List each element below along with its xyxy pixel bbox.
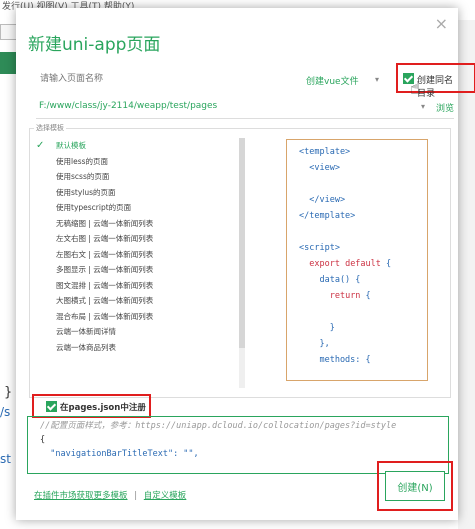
template-label: 图文混排 | 云端一体新闻列表 bbox=[56, 280, 154, 290]
template-label: 左图右文 | 云端一体新闻列表 bbox=[56, 249, 154, 259]
template-preview: <template> <view> </view> </template> <s… bbox=[286, 139, 428, 381]
template-label: 云端一体新闻详情 bbox=[56, 327, 116, 336]
file-type-select[interactable]: 创建vue文件 bbox=[306, 74, 359, 87]
template-label: 使用stylus的页面 bbox=[56, 187, 116, 197]
path-row: F:/www/class/jy-2114/weapp/test/pages ▾ … bbox=[36, 98, 454, 119]
template-item[interactable]: 图文混排 | 云端一体新闻列表 bbox=[36, 278, 236, 294]
template-item[interactable]: 大图横式 | 云端一体新闻列表 bbox=[36, 293, 236, 309]
template-label: 多图显示 | 云端一体新闻列表 bbox=[56, 265, 154, 274]
template-item[interactable]: 左文右图 | 云端一体新闻列表 bbox=[36, 231, 236, 247]
json-comment: //配置页面样式，参考：https://uniapp.dcloud.io/col… bbox=[40, 421, 397, 431]
create-button[interactable]: 创建(N) bbox=[385, 471, 445, 501]
template-item[interactable]: 使用stylus的页面 bbox=[36, 185, 236, 201]
new-page-dialog: × 新建uni-app页面 创建vue文件 ▾ 创建同名目录 ☝ F:/www/… bbox=[16, 8, 475, 520]
template-item[interactable]: ✓ 默认模板 bbox=[36, 138, 236, 154]
template-legend: 选择模板 bbox=[34, 123, 66, 133]
register-label: 在pages.json中注册 bbox=[60, 403, 146, 413]
template-links: 在插件市场获取更多模板 | 自定义模板 bbox=[34, 489, 186, 501]
template-item[interactable]: 使用less的页面 bbox=[36, 154, 236, 170]
scrollbar-thumb[interactable] bbox=[239, 138, 245, 348]
template-label: 大图横式 | 云端一体新闻列表 bbox=[56, 296, 154, 305]
hand-cursor-icon: ☝ bbox=[410, 78, 421, 99]
browse-button[interactable]: 浏览 bbox=[436, 101, 454, 114]
bg-scrollbar bbox=[458, 20, 475, 529]
template-label: 使用less的页面 bbox=[56, 156, 109, 166]
bg-project-item bbox=[0, 52, 16, 74]
link-separator: | bbox=[134, 491, 138, 501]
dialog-title: 新建uni-app页面 bbox=[28, 35, 161, 55]
chevron-down-icon[interactable]: ▾ bbox=[375, 75, 379, 84]
template-item[interactable]: 混合布局 | 云端一体新闻列表 bbox=[36, 309, 236, 325]
check-icon: ✓ bbox=[36, 140, 45, 151]
custom-template-link[interactable]: 自定义模板 bbox=[144, 491, 187, 501]
close-icon[interactable]: × bbox=[435, 14, 448, 33]
register-checkbox[interactable] bbox=[46, 401, 57, 412]
name-row: 创建vue文件 ▾ 创建同名目录 ☝ bbox=[36, 63, 475, 99]
template-item[interactable]: 云端一体新闻详情 bbox=[36, 324, 236, 340]
json-key-line: "navigationBarTitleText": "", bbox=[50, 449, 199, 459]
plugin-market-link[interactable]: 在插件市场获取更多模板 bbox=[34, 491, 128, 501]
template-label: 云端一体商品列表 bbox=[56, 342, 116, 352]
template-label: 混合布局 | 云端一体新闻列表 bbox=[56, 311, 154, 321]
template-item[interactable]: 云端一体商品列表 bbox=[36, 340, 236, 356]
template-label: 无稿缩图 | 云端一体新闻列表 bbox=[56, 218, 154, 228]
template-item[interactable]: 使用typescript的页面 bbox=[36, 200, 236, 216]
same-dir-label: 创建同名目录 bbox=[417, 76, 454, 99]
template-label: 使用typescript的页面 bbox=[56, 203, 132, 212]
bg-code-line: /s bbox=[0, 405, 11, 419]
bg-code-brace: } bbox=[4, 385, 13, 400]
chevron-down-icon[interactable]: ▾ bbox=[421, 102, 425, 111]
template-label: 使用scss的页面 bbox=[56, 172, 110, 181]
bg-code-line: st bbox=[0, 452, 11, 466]
template-label: 默认模板 bbox=[56, 141, 86, 150]
path-select[interactable]: F:/www/class/jy-2114/weapp/test/pages bbox=[39, 101, 217, 111]
template-item[interactable]: 无稿缩图 | 云端一体新闻列表 bbox=[36, 216, 236, 232]
template-list: ✓ 默认模板 使用less的页面 使用scss的页面 使用stylus的页面 使… bbox=[36, 138, 236, 355]
template-item[interactable]: 使用scss的页面 bbox=[36, 169, 236, 185]
json-open-brace: { bbox=[40, 435, 46, 445]
template-item[interactable]: 多图显示 | 云端一体新闻列表 bbox=[36, 262, 236, 278]
template-label: 左文右图 | 云端一体新闻列表 bbox=[56, 234, 154, 243]
template-item[interactable]: 左图右文 | 云端一体新闻列表 bbox=[36, 247, 236, 263]
